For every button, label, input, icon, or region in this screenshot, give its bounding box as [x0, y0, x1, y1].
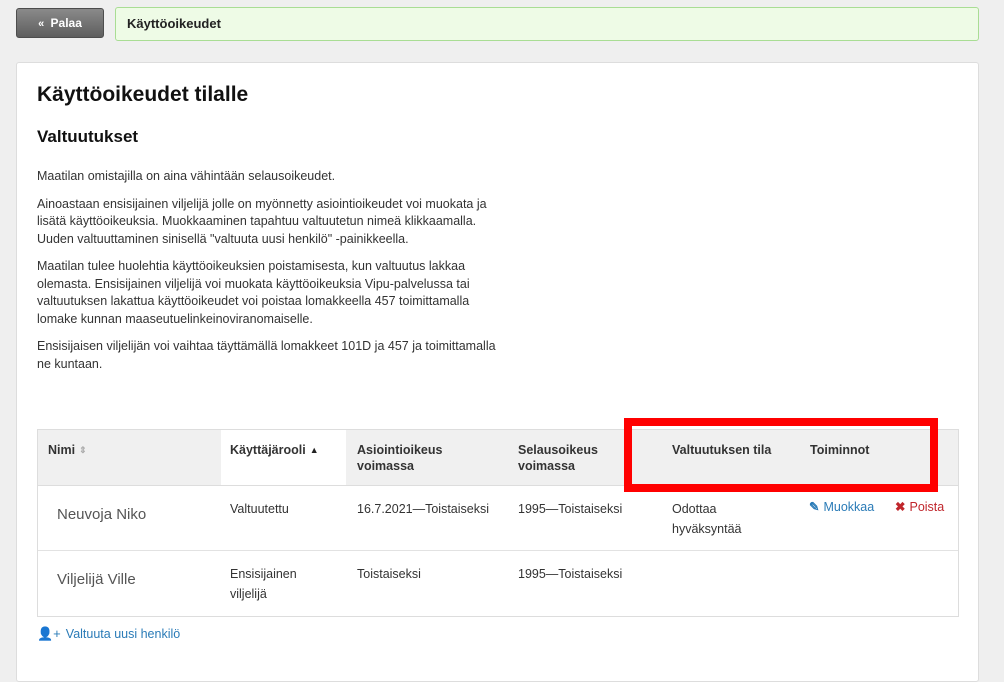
info-paragraph: Maatilan tulee huolehtia käyttöoikeuksie…	[37, 259, 470, 326]
status-cell: Odottaa hyväksyntää	[672, 502, 742, 536]
user-name-link[interactable]: Neuvoja Niko	[57, 505, 146, 525]
info-paragraph: Ensisijaisen viljelijän voi vaihtaa täyt…	[37, 339, 496, 371]
authorizations-table: Nimi ⇕ Käyttäjärooli ▲ Asiointioikeus voim…	[37, 429, 959, 617]
back-button-label: Palaa	[50, 16, 82, 30]
add-user-button[interactable]: 👤+ Valtuuta uusi henkilö	[37, 626, 180, 642]
table-header: Nimi ⇕ Käyttäjärooli ▲ Asiointioikeus voim…	[38, 430, 958, 486]
sort-asc-icon: ▲	[309, 445, 319, 455]
info-text: Maatilan omistajilla on aina vähintään s…	[37, 168, 497, 383]
transaction-cell: 16.7.2021—Toistaiseksi	[357, 502, 490, 516]
column-header-actions: Toiminnot	[810, 443, 870, 457]
main-panel: Käyttöoikeudet tilalle Valtuutukset Maat…	[16, 62, 979, 682]
column-header-name[interactable]: Nimi ⇕	[48, 442, 87, 458]
user-name-link[interactable]: Viljelijä Ville	[57, 570, 136, 590]
page-title: Käyttöoikeudet tilalle	[37, 83, 249, 106]
column-header-transaction[interactable]: Asiointioikeus voimassa	[357, 442, 497, 474]
double-chevron-left-icon: «	[38, 18, 45, 30]
table-row: Viljelijä Ville Ensisijainen viljelijä T…	[38, 551, 958, 615]
top-bar: « Palaa Käyttöoikeudet	[16, 7, 979, 41]
column-header-browse[interactable]: Selausoikeus voimassa	[518, 442, 638, 474]
times-icon: ✖	[895, 500, 906, 514]
section-title: Valtuutukset	[37, 127, 139, 146]
transaction-cell: Toistaiseksi	[357, 567, 421, 581]
edit-button[interactable]: ✎ Muokkaa	[809, 499, 874, 514]
info-paragraph: Maatilan omistajilla on aina vähintään s…	[37, 169, 336, 183]
column-header-status[interactable]: Valtuutuksen tila	[672, 442, 771, 458]
info-paragraph: Ainoastaan ensisijainen viljelijä jolle …	[37, 196, 487, 246]
breadcrumb: Käyttöoikeudet	[115, 7, 979, 41]
browse-cell: 1995—Toistaiseksi	[518, 502, 623, 516]
edit-icon: ✎	[809, 500, 820, 514]
table-row: Neuvoja Niko Valtuutettu 16.7.2021—Toist…	[38, 486, 958, 551]
column-header-role[interactable]: Käyttäjärooli ▲	[230, 442, 319, 458]
user-plus-icon: 👤+	[37, 626, 61, 641]
delete-button[interactable]: ✖ Poista	[895, 499, 944, 514]
sort-icon: ⇕	[79, 445, 87, 455]
back-button[interactable]: « Palaa	[16, 8, 104, 38]
role-cell: Ensisijainen viljelijä	[230, 567, 297, 601]
role-cell: Valtuutettu	[230, 502, 289, 516]
browse-cell: 1995—Toistaiseksi	[518, 567, 623, 581]
